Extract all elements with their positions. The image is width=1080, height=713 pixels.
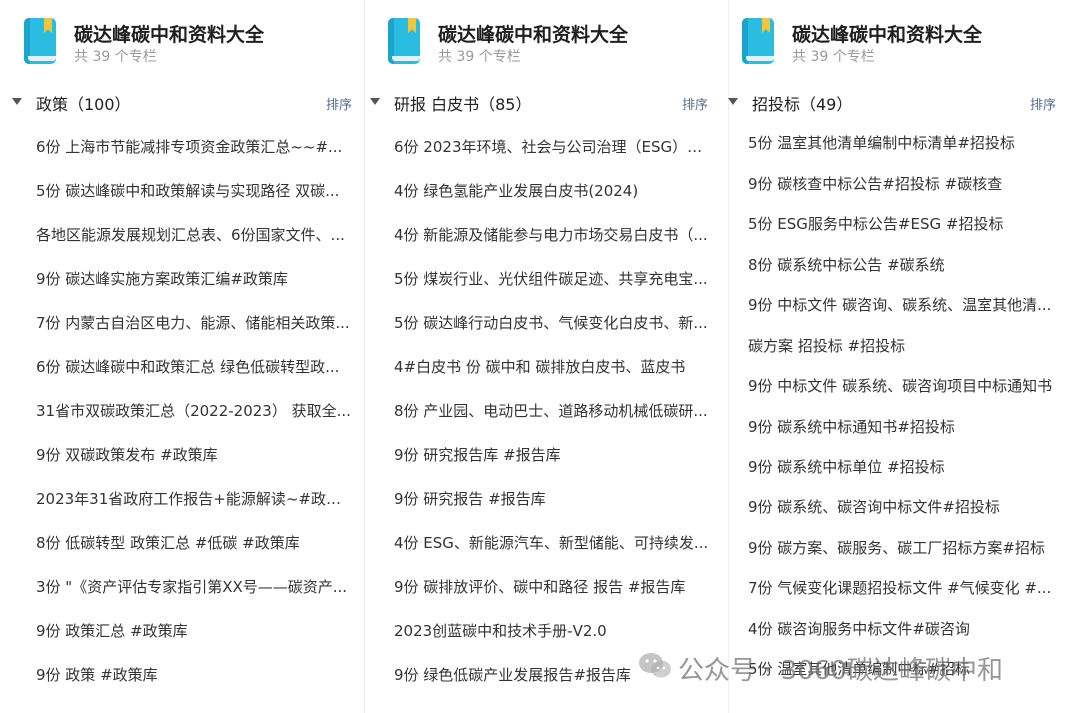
collection-title: 碳达峰碳中和资料大全 <box>792 24 983 46</box>
list-item[interactable]: 9份 中标文件 碳咨询、碳系统、温室其他清... <box>748 294 1074 315</box>
list-item[interactable]: 2023创蓝碳中和技术手册-V2.0 <box>394 620 716 641</box>
list-item[interactable]: 9份 碳达峰实施方案政策汇编#政策库 <box>36 268 354 289</box>
list-item[interactable]: 6份 碳达峰碳中和政策汇总 绿色低碳转型政... <box>36 356 354 377</box>
list-item[interactable]: 9份 碳方案、碳服务、碳工厂招标方案#招标 <box>748 537 1074 558</box>
section-header-bidding[interactable]: 招投标（49） 排序 <box>728 90 1074 114</box>
list-item[interactable]: 4份 ESG、新能源汽车、新型储能、可持续发... <box>394 532 716 553</box>
list-item[interactable]: 8份 产业园、电动巴士、道路移动机械低碳研... <box>394 400 716 421</box>
sort-button[interactable]: 排序 <box>682 94 708 113</box>
list-item[interactable]: 9份 碳系统、碳咨询中标文件#招投标 <box>748 496 1074 517</box>
section-title: 招投标（49） <box>752 95 853 114</box>
list-item[interactable]: 9份 碳核查中标公告#招投标 #碳核查 <box>748 173 1074 194</box>
section-title: 研报 白皮书（85） <box>394 95 532 114</box>
caret-down-icon[interactable] <box>12 98 22 105</box>
sort-button[interactable]: 排序 <box>326 94 352 113</box>
list-item[interactable]: 5份 碳达峰碳中和政策解读与实现路径 双碳... <box>36 180 354 201</box>
collection-title: 碳达峰碳中和资料大全 <box>438 24 629 46</box>
book-icon <box>742 18 778 64</box>
list-item[interactable]: 7份 气候变化课题招投标文件 #气候变化 #... <box>748 577 1074 598</box>
list-item[interactable]: 6份 上海市节能减排专项资金政策汇总~~#... <box>36 136 354 157</box>
watermark-text: 公众号 · 3060碳达峰碳中和 <box>678 656 1003 686</box>
column-policy: 碳达峰碳中和资料大全 共 39 个专栏 政策（100） 排序 6份 上海市节能减… <box>0 0 364 713</box>
list-item[interactable]: 3份 "《资产评估专家指引第XX号——碳资产... <box>36 576 354 597</box>
list-item[interactable]: 5份 ESG服务中标公告#ESG #招投标 <box>748 213 1074 234</box>
list-item[interactable]: 5份 碳达峰行动白皮书、气候变化白皮书、新... <box>394 312 716 333</box>
section-header-reports[interactable]: 研报 白皮书（85） 排序 <box>370 90 722 114</box>
list-item[interactable]: 4份 碳咨询服务中标文件#碳咨询 <box>748 618 1074 639</box>
list-item[interactable]: 5份 煤炭行业、光伏组件碳足迹、共享充电宝... <box>394 268 716 289</box>
column-reports: 碳达峰碳中和资料大全 共 39 个专栏 研报 白皮书（85） 排序 6份 202… <box>364 0 728 713</box>
sort-button[interactable]: 排序 <box>1030 94 1056 113</box>
list-item[interactable]: 9份 研究报告库 #报告库 <box>394 444 716 465</box>
list-item[interactable]: 8份 低碳转型 政策汇总 #低碳 #政策库 <box>36 532 354 553</box>
list-item[interactable]: 9份 研究报告 #报告库 <box>394 488 716 509</box>
list-item[interactable]: 9份 政策 #政策库 <box>36 664 354 685</box>
collection-count: 共 39 个专栏 <box>792 49 875 65</box>
list-item[interactable]: 碳方案 招投标 #招投标 <box>748 335 1074 356</box>
collection-count: 共 39 个专栏 <box>74 49 157 65</box>
collection-count: 共 39 个专栏 <box>438 49 521 65</box>
list-item[interactable]: 6份 2023年环境、社会与公司治理（ESG）报... <box>394 136 716 157</box>
wechat-icon <box>639 653 671 678</box>
collection-header[interactable]: 碳达峰碳中和资料大全 共 39 个专栏 <box>388 18 708 68</box>
list-item[interactable]: 8份 碳系统中标公告 #碳系统 <box>748 254 1074 275</box>
list-item[interactable]: 4份 绿色氢能产业发展白皮书(2024) <box>394 180 716 201</box>
column-bidding: 碳达峰碳中和资料大全 共 39 个专栏 招投标（49） 排序 5份 温室其他清单… <box>728 0 1080 713</box>
caret-down-icon[interactable] <box>728 98 738 105</box>
watermark: 公众号 · 3060碳达峰碳中和 <box>636 646 1056 690</box>
collection-title: 碳达峰碳中和资料大全 <box>74 24 265 46</box>
list-item[interactable]: 9份 中标文件 碳系统、碳咨询项目中标通知书 <box>748 375 1074 396</box>
list-item[interactable]: 7份 内蒙古自治区电力、能源、储能相关政策... <box>36 312 354 333</box>
list-item[interactable]: 9份 双碳政策发布 #政策库 <box>36 444 354 465</box>
section-header-policy[interactable]: 政策（100） 排序 <box>12 90 358 114</box>
section-title: 政策（100） <box>36 95 131 114</box>
list-item[interactable]: 9份 碳系统中标通知书#招投标 <box>748 416 1074 437</box>
list-item[interactable]: 5份 温室其他清单编制中标清单#招投标 <box>748 132 1074 153</box>
list-item[interactable]: 31省市双碳政策汇总（2022-2023） 获取全... <box>36 400 354 421</box>
caret-down-icon[interactable] <box>370 98 380 105</box>
list-item[interactable]: 各地区能源发展规划汇总表、6份国家文件、... <box>36 224 354 245</box>
collection-header[interactable]: 碳达峰碳中和资料大全 共 39 个专栏 <box>742 18 1062 68</box>
list-item[interactable]: 4#白皮书 份 碳中和 碳排放白皮书、蓝皮书 <box>394 356 716 377</box>
list-item[interactable]: 4份 新能源及储能参与电力市场交易白皮书（... <box>394 224 716 245</box>
list-item[interactable]: 2023年31省政府工作报告+能源解读~#政策库 <box>36 488 354 509</box>
book-icon <box>388 18 424 64</box>
collection-header[interactable]: 碳达峰碳中和资料大全 共 39 个专栏 <box>24 18 344 68</box>
book-icon <box>24 18 60 64</box>
list-item[interactable]: 9份 政策汇总 #政策库 <box>36 620 354 641</box>
list-item[interactable]: 9份 碳系统中标单位 #招投标 <box>748 456 1074 477</box>
list-item[interactable]: 9份 碳排放评价、碳中和路径 报告 #报告库 <box>394 576 716 597</box>
